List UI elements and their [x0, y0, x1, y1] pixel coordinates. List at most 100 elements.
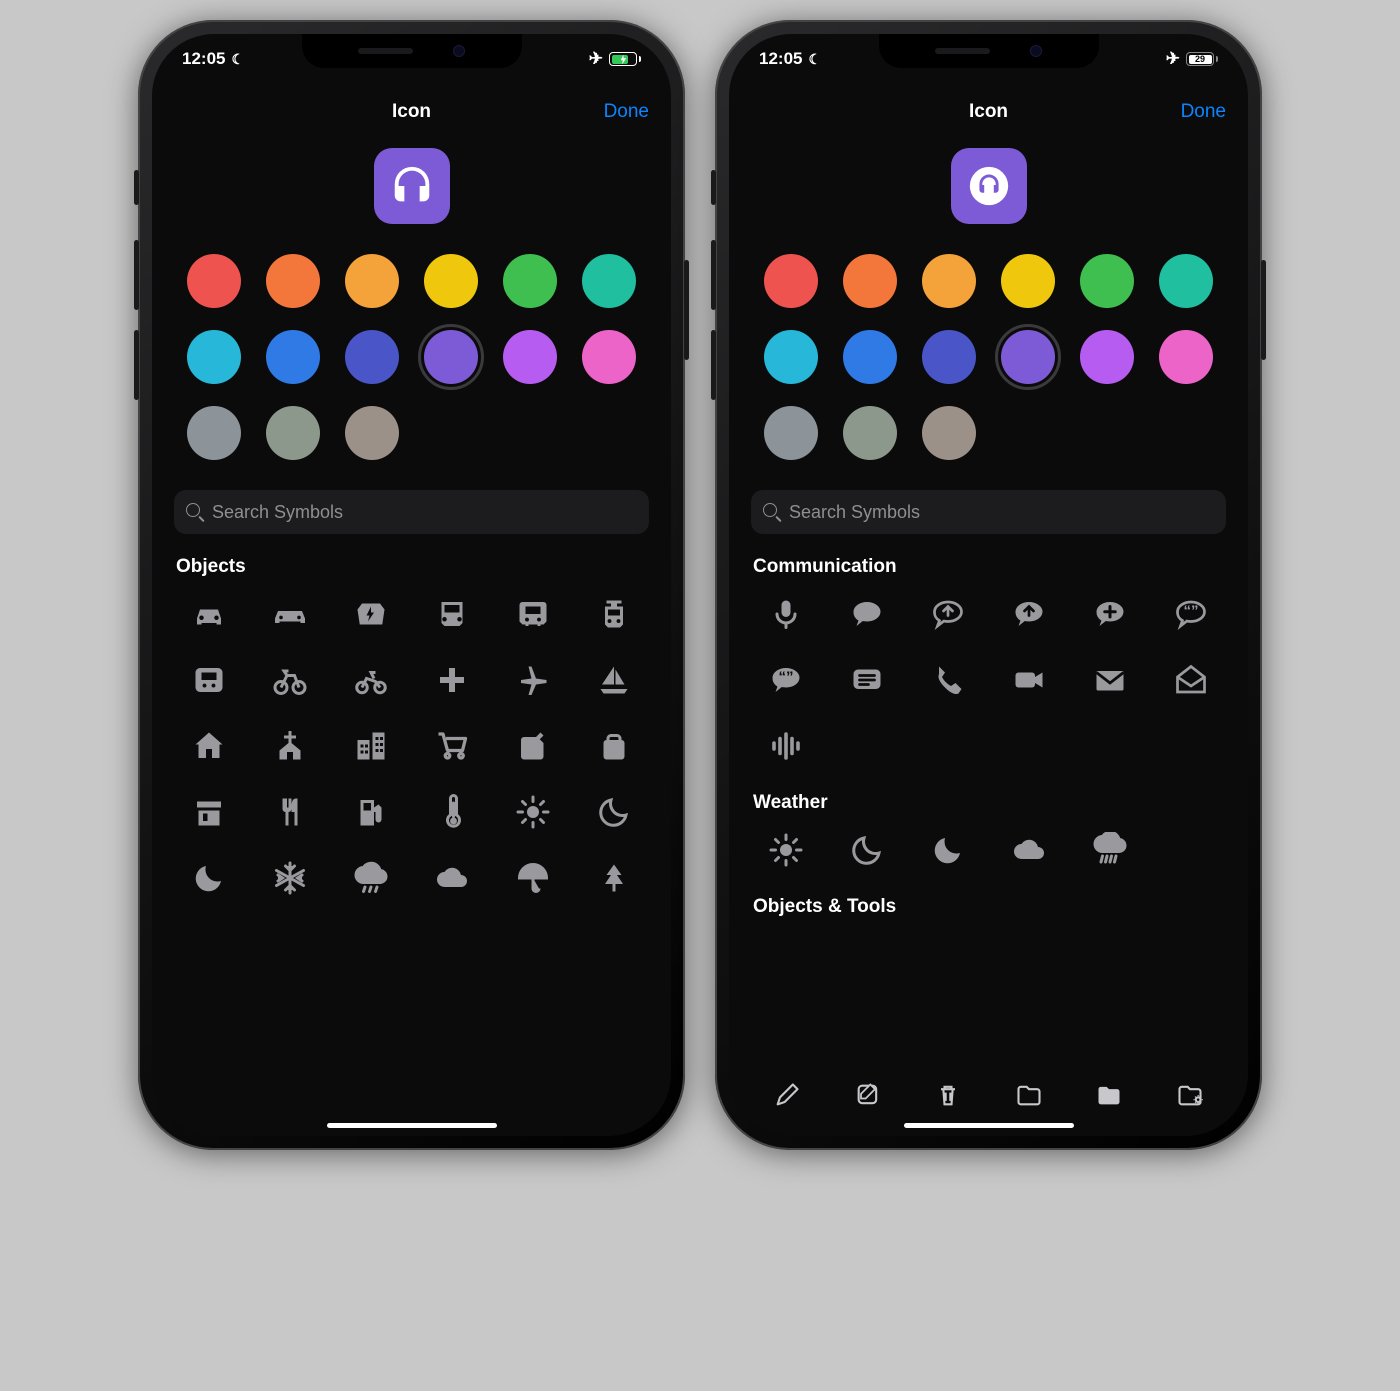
color-swatch-14[interactable] — [345, 406, 399, 460]
bus-alt-icon[interactable] — [499, 594, 568, 634]
tree-icon[interactable] — [580, 858, 649, 898]
color-swatch-10[interactable] — [503, 330, 557, 384]
volume-up[interactable] — [134, 240, 139, 310]
fuelpump-icon[interactable] — [336, 792, 405, 832]
color-swatch-3[interactable] — [1001, 254, 1055, 308]
video-icon[interactable] — [994, 660, 1063, 700]
mail-icon[interactable] — [1076, 660, 1145, 700]
toolbar-pencil[interactable] — [773, 1081, 801, 1109]
color-swatch-1[interactable] — [843, 254, 897, 308]
color-swatch-4[interactable] — [1080, 254, 1134, 308]
bubble-up-fill-icon[interactable] — [994, 594, 1063, 634]
color-swatch-8[interactable] — [345, 330, 399, 384]
umbrella-icon[interactable] — [499, 858, 568, 898]
mic-icon[interactable] — [751, 594, 820, 634]
color-swatch-6[interactable] — [764, 330, 818, 384]
search-input[interactable]: Search Symbols — [751, 490, 1226, 534]
mute-switch[interactable] — [134, 170, 139, 205]
thermometer-icon[interactable] — [417, 792, 486, 832]
car-icon[interactable] — [174, 594, 243, 634]
bubble-up-icon[interactable] — [913, 594, 982, 634]
done-button[interactable]: Done — [1181, 101, 1226, 123]
mute-switch[interactable] — [711, 170, 716, 205]
sun-icon[interactable] — [751, 830, 820, 870]
car-charge-icon[interactable] — [336, 594, 405, 634]
color-swatch-0[interactable] — [187, 254, 241, 308]
color-swatch-9[interactable] — [424, 330, 478, 384]
toolbar-folder[interactable] — [1015, 1081, 1043, 1109]
toolbar-folder-gear[interactable] — [1176, 1081, 1204, 1109]
moon-icon[interactable] — [832, 830, 901, 870]
bubble-plus-icon[interactable] — [1076, 594, 1145, 634]
motorcycle-icon[interactable] — [336, 660, 405, 700]
subway-icon[interactable] — [174, 660, 243, 700]
color-swatch-14[interactable] — [922, 406, 976, 460]
bag-icon[interactable] — [580, 726, 649, 766]
cloud-rain-heavy-icon[interactable] — [1076, 830, 1145, 870]
toolbar-trash[interactable] — [934, 1081, 962, 1109]
volume-down[interactable] — [711, 330, 716, 400]
car-wide-icon[interactable] — [255, 594, 324, 634]
airplane-icon[interactable] — [499, 660, 568, 700]
preview-tile[interactable] — [374, 148, 450, 224]
color-swatch-5[interactable] — [582, 254, 636, 308]
bus-icon[interactable] — [417, 594, 486, 634]
color-swatch-6[interactable] — [187, 330, 241, 384]
done-button[interactable]: Done — [604, 101, 649, 123]
color-swatch-2[interactable] — [345, 254, 399, 308]
color-swatch-7[interactable] — [266, 330, 320, 384]
toolbar-folder-fill[interactable] — [1095, 1081, 1123, 1109]
color-swatch-5[interactable] — [1159, 254, 1213, 308]
buildings-icon[interactable] — [336, 726, 405, 766]
moon-fill-icon[interactable] — [913, 830, 982, 870]
color-swatch-9[interactable] — [1001, 330, 1055, 384]
mail-open-icon[interactable] — [1157, 660, 1226, 700]
bubble-quote-fill-icon[interactable]: “” — [751, 660, 820, 700]
plus-icon[interactable] — [417, 660, 486, 700]
fuelcan-icon[interactable] — [499, 726, 568, 766]
sailboat-icon[interactable] — [580, 660, 649, 700]
color-swatch-10[interactable] — [1080, 330, 1134, 384]
cloud-icon[interactable] — [417, 858, 486, 898]
color-swatch-11[interactable] — [582, 330, 636, 384]
color-swatch-3[interactable] — [424, 254, 478, 308]
cloud-rain-icon[interactable] — [336, 858, 405, 898]
bicycle-icon[interactable] — [255, 660, 324, 700]
sun-icon[interactable] — [499, 792, 568, 832]
color-swatch-13[interactable] — [843, 406, 897, 460]
color-swatch-12[interactable] — [187, 406, 241, 460]
color-swatch-11[interactable] — [1159, 330, 1213, 384]
bubble-fill-icon[interactable] — [832, 594, 901, 634]
power-button[interactable] — [1261, 260, 1266, 360]
toolbar-compose[interactable] — [854, 1081, 882, 1109]
volume-down[interactable] — [134, 330, 139, 400]
volume-up[interactable] — [711, 240, 716, 310]
search-input[interactable]: Search Symbols — [174, 490, 649, 534]
bubble-quote-icon[interactable]: “” — [1157, 594, 1226, 634]
color-swatch-12[interactable] — [764, 406, 818, 460]
color-swatch-8[interactable] — [922, 330, 976, 384]
snowflake-icon[interactable] — [255, 858, 324, 898]
house-icon[interactable] — [174, 726, 243, 766]
message-lines-icon[interactable] — [832, 660, 901, 700]
moon-fill-icon[interactable] — [174, 858, 243, 898]
cloud-icon[interactable] — [994, 830, 1063, 870]
home-indicator[interactable] — [904, 1123, 1074, 1128]
tram-icon[interactable] — [580, 594, 649, 634]
color-swatch-2[interactable] — [922, 254, 976, 308]
color-swatch-1[interactable] — [266, 254, 320, 308]
color-swatch-4[interactable] — [503, 254, 557, 308]
store-icon[interactable] — [174, 792, 243, 832]
phone-icon[interactable] — [913, 660, 982, 700]
color-swatch-13[interactable] — [266, 406, 320, 460]
waveform-icon[interactable] — [751, 726, 820, 766]
home-indicator[interactable] — [327, 1123, 497, 1128]
color-swatch-0[interactable] — [764, 254, 818, 308]
moon-icon[interactable] — [580, 792, 649, 832]
cutlery-icon[interactable] — [255, 792, 324, 832]
color-swatch-7[interactable] — [843, 330, 897, 384]
power-button[interactable] — [684, 260, 689, 360]
preview-tile[interactable] — [951, 148, 1027, 224]
church-icon[interactable] — [255, 726, 324, 766]
cart-icon[interactable] — [417, 726, 486, 766]
